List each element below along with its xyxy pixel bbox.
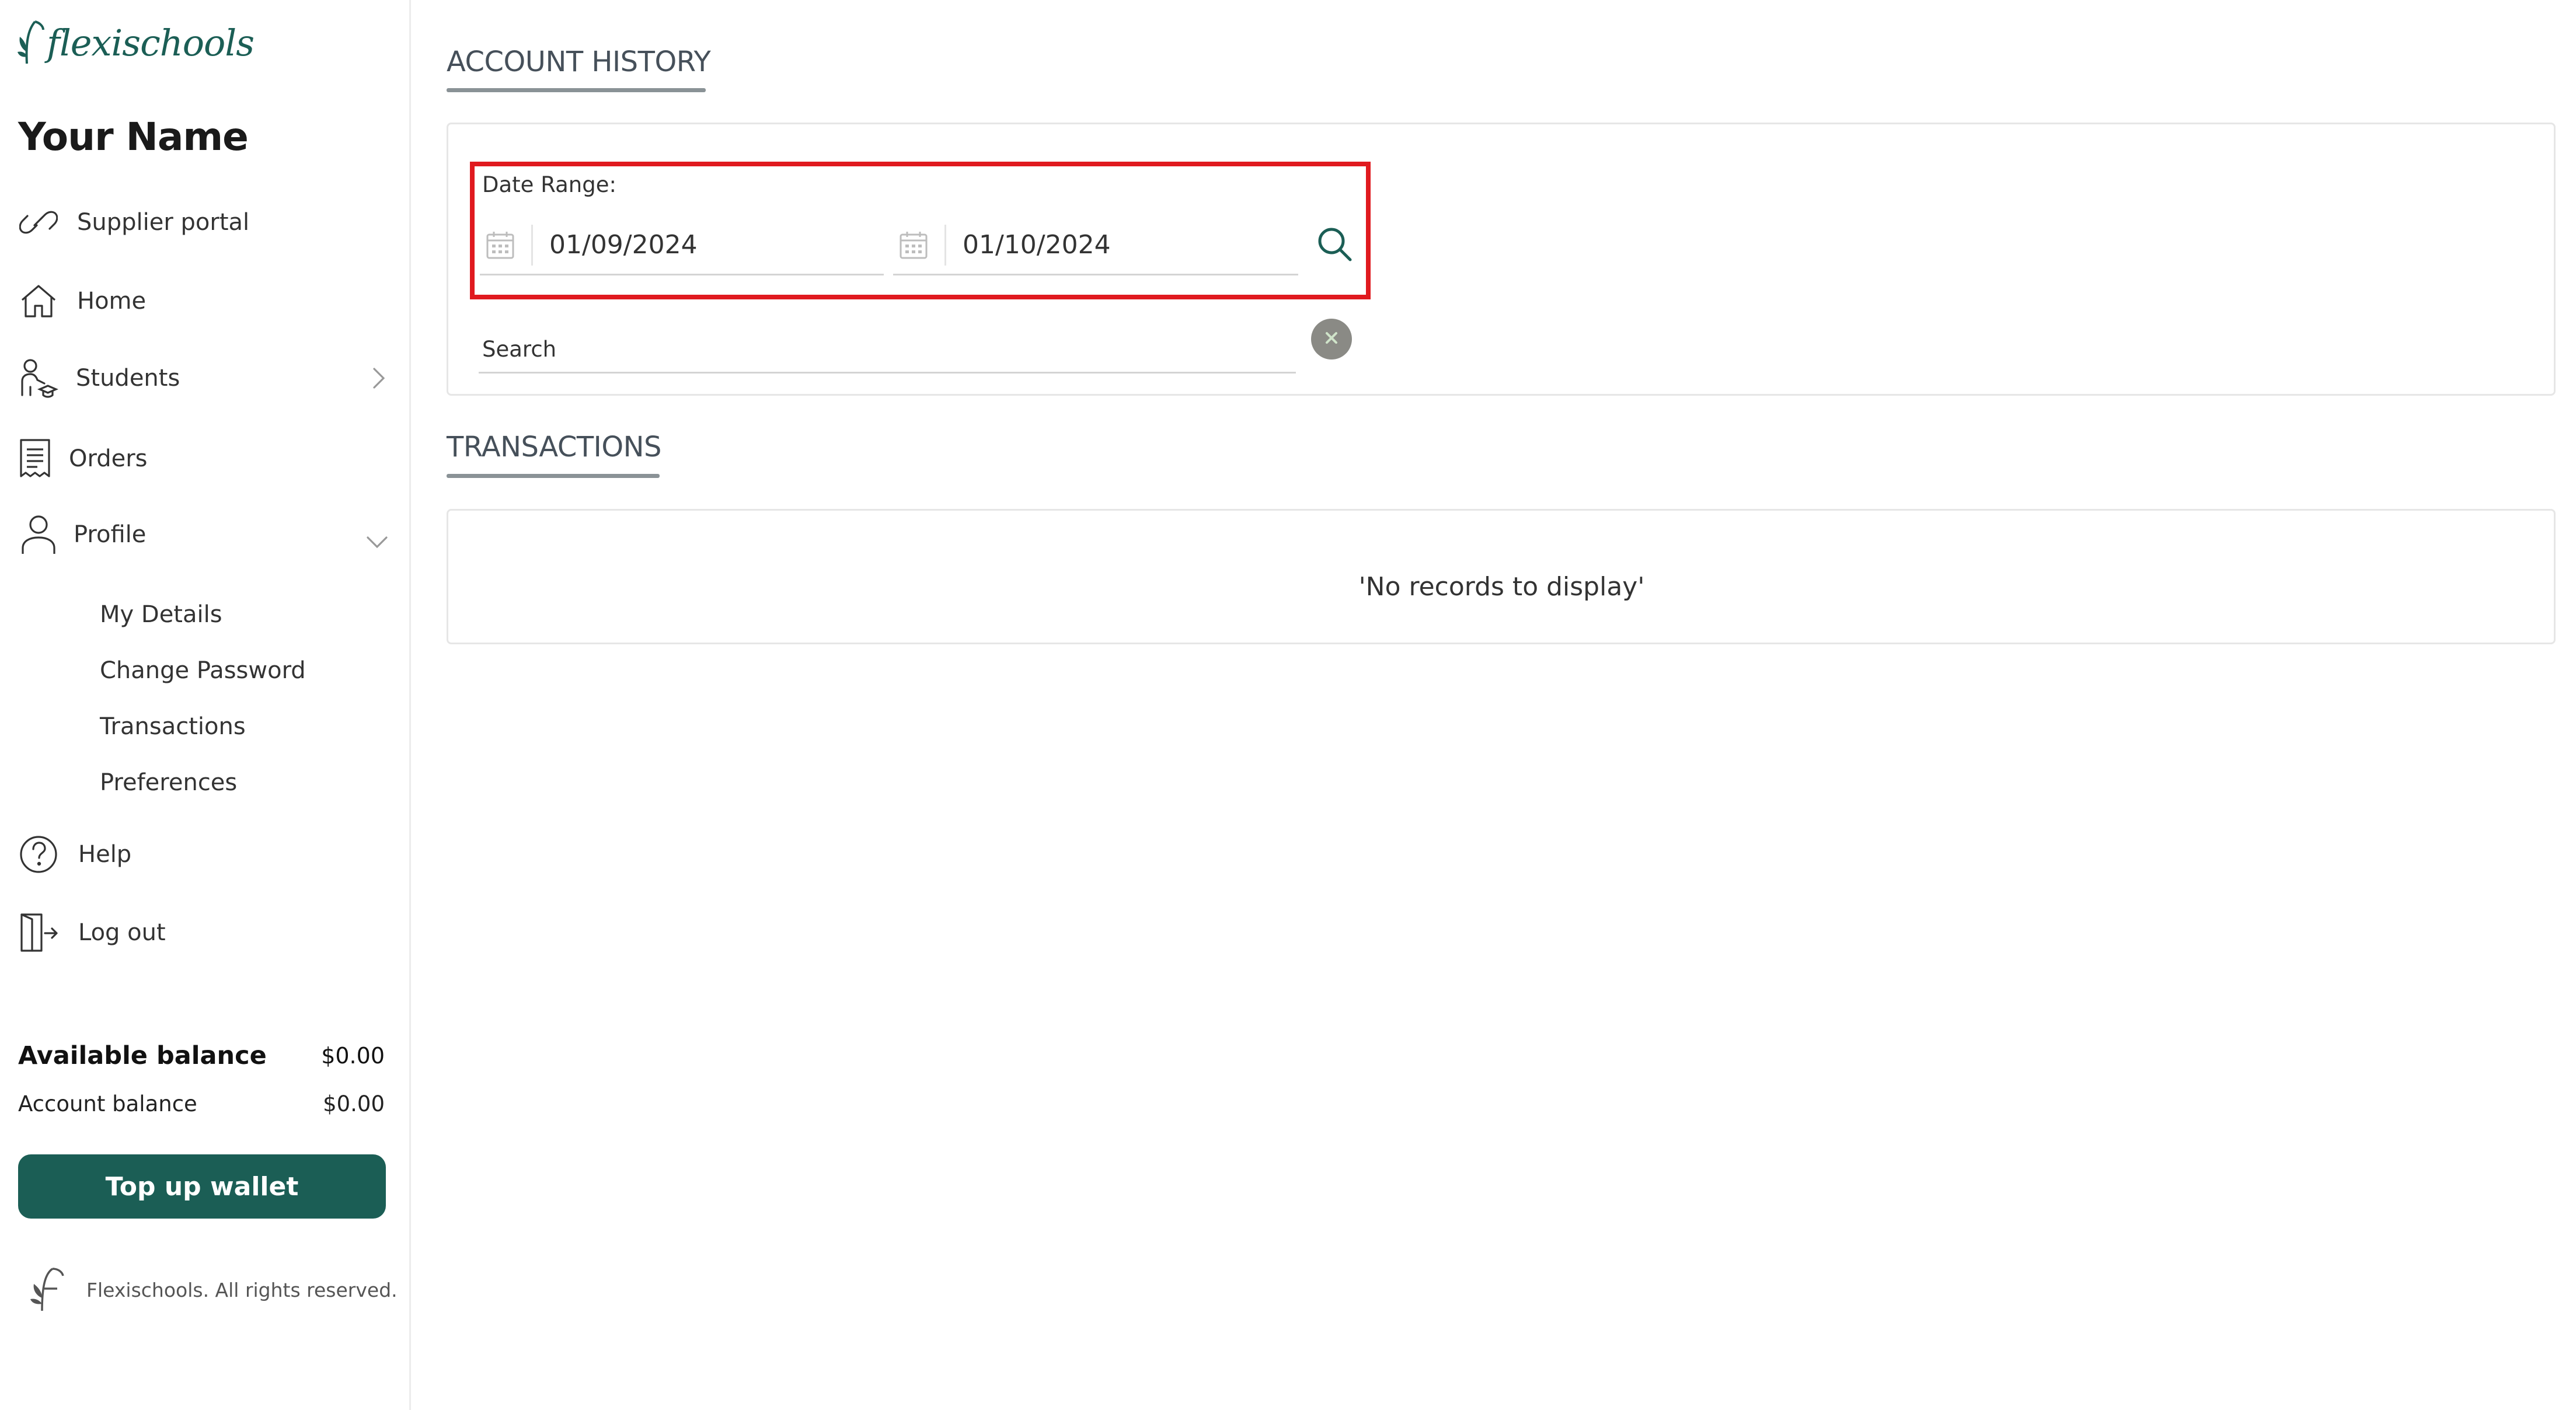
nav-logout[interactable]: Log out [18,912,166,954]
sub-item-preferences[interactable]: Preferences [100,769,237,796]
sidebar: flexischools Your Name Supplier portal H… [0,0,411,1410]
date-to-field[interactable]: 01/10/2024 [893,216,1298,275]
nav-help[interactable]: Help [18,833,131,875]
flexischools-small-logo-icon [30,1268,64,1311]
flexischools-leaf-icon [18,20,44,64]
nav-supplier-portal[interactable]: Supplier portal [18,201,249,243]
sub-item-change-password[interactable]: Change Password [100,657,306,684]
sub-item-transactions[interactable]: Transactions [100,713,246,740]
date-to-value: 01/10/2024 [963,230,1111,260]
available-balance-label: Available balance [18,1041,267,1070]
calendar-icon[interactable] [480,224,533,266]
clear-search-button[interactable] [1311,319,1352,360]
nav-label-profile: Profile [74,521,147,548]
account-balance-value: $0.00 [323,1091,385,1116]
logo-text: flexischools [47,21,255,64]
available-balance-row: Available balance $0.00 [18,1041,385,1070]
search-icon [1316,226,1354,266]
sub-item-my-details[interactable]: My Details [100,601,222,628]
nav-label-students: Students [76,365,180,392]
receipt-icon [18,438,53,480]
date-range-label: Date Range: [482,172,616,197]
account-balance-row: Account balance $0.00 [18,1091,385,1116]
user-name: Your Name [18,114,249,159]
search-input[interactable] [479,327,1296,374]
link-icon [18,201,60,243]
account-history-underline [447,88,706,92]
help-icon [18,833,60,875]
nav-label-orders: Orders [69,445,148,472]
nav-label-logout: Log out [78,919,166,946]
account-history-title: ACCOUNT HISTORY [447,46,711,78]
footer: Flexischools. All rights reserved. [21,1265,398,1314]
chevron-right-icon[interactable] [365,365,391,391]
person-icon [18,514,60,556]
available-balance-value: $0.00 [321,1043,385,1069]
calendar-icon[interactable] [893,224,946,266]
account-balance-label: Account balance [18,1091,197,1116]
close-icon [1323,330,1340,348]
nav-label-home: Home [77,288,147,315]
home-icon [18,280,60,322]
transactions-underline [447,474,660,478]
flexischools-logo[interactable]: flexischools [18,16,255,69]
nav-label-help: Help [78,841,132,868]
empty-records-message: 'No records to display' [1358,572,1645,602]
student-icon [18,357,60,399]
nav-students[interactable]: Students [18,357,180,399]
app-frame: flexischools Your Name Supplier portal H… [0,0,2576,1410]
date-from-value: 01/09/2024 [549,230,698,260]
transactions-title: TRANSACTIONS [447,431,661,463]
nav-orders[interactable]: Orders [18,438,148,480]
footer-text: Flexischools. All rights reserved. [86,1278,398,1301]
chevron-down-icon[interactable] [364,529,390,554]
nav-label-supplier-portal: Supplier portal [77,209,250,236]
top-up-wallet-button[interactable]: Top up wallet [18,1154,386,1219]
nav-profile[interactable]: Profile [18,514,146,556]
logout-icon [18,912,60,954]
search-button[interactable] [1313,224,1357,267]
nav-home[interactable]: Home [18,280,146,322]
date-from-field[interactable]: 01/09/2024 [480,216,884,275]
